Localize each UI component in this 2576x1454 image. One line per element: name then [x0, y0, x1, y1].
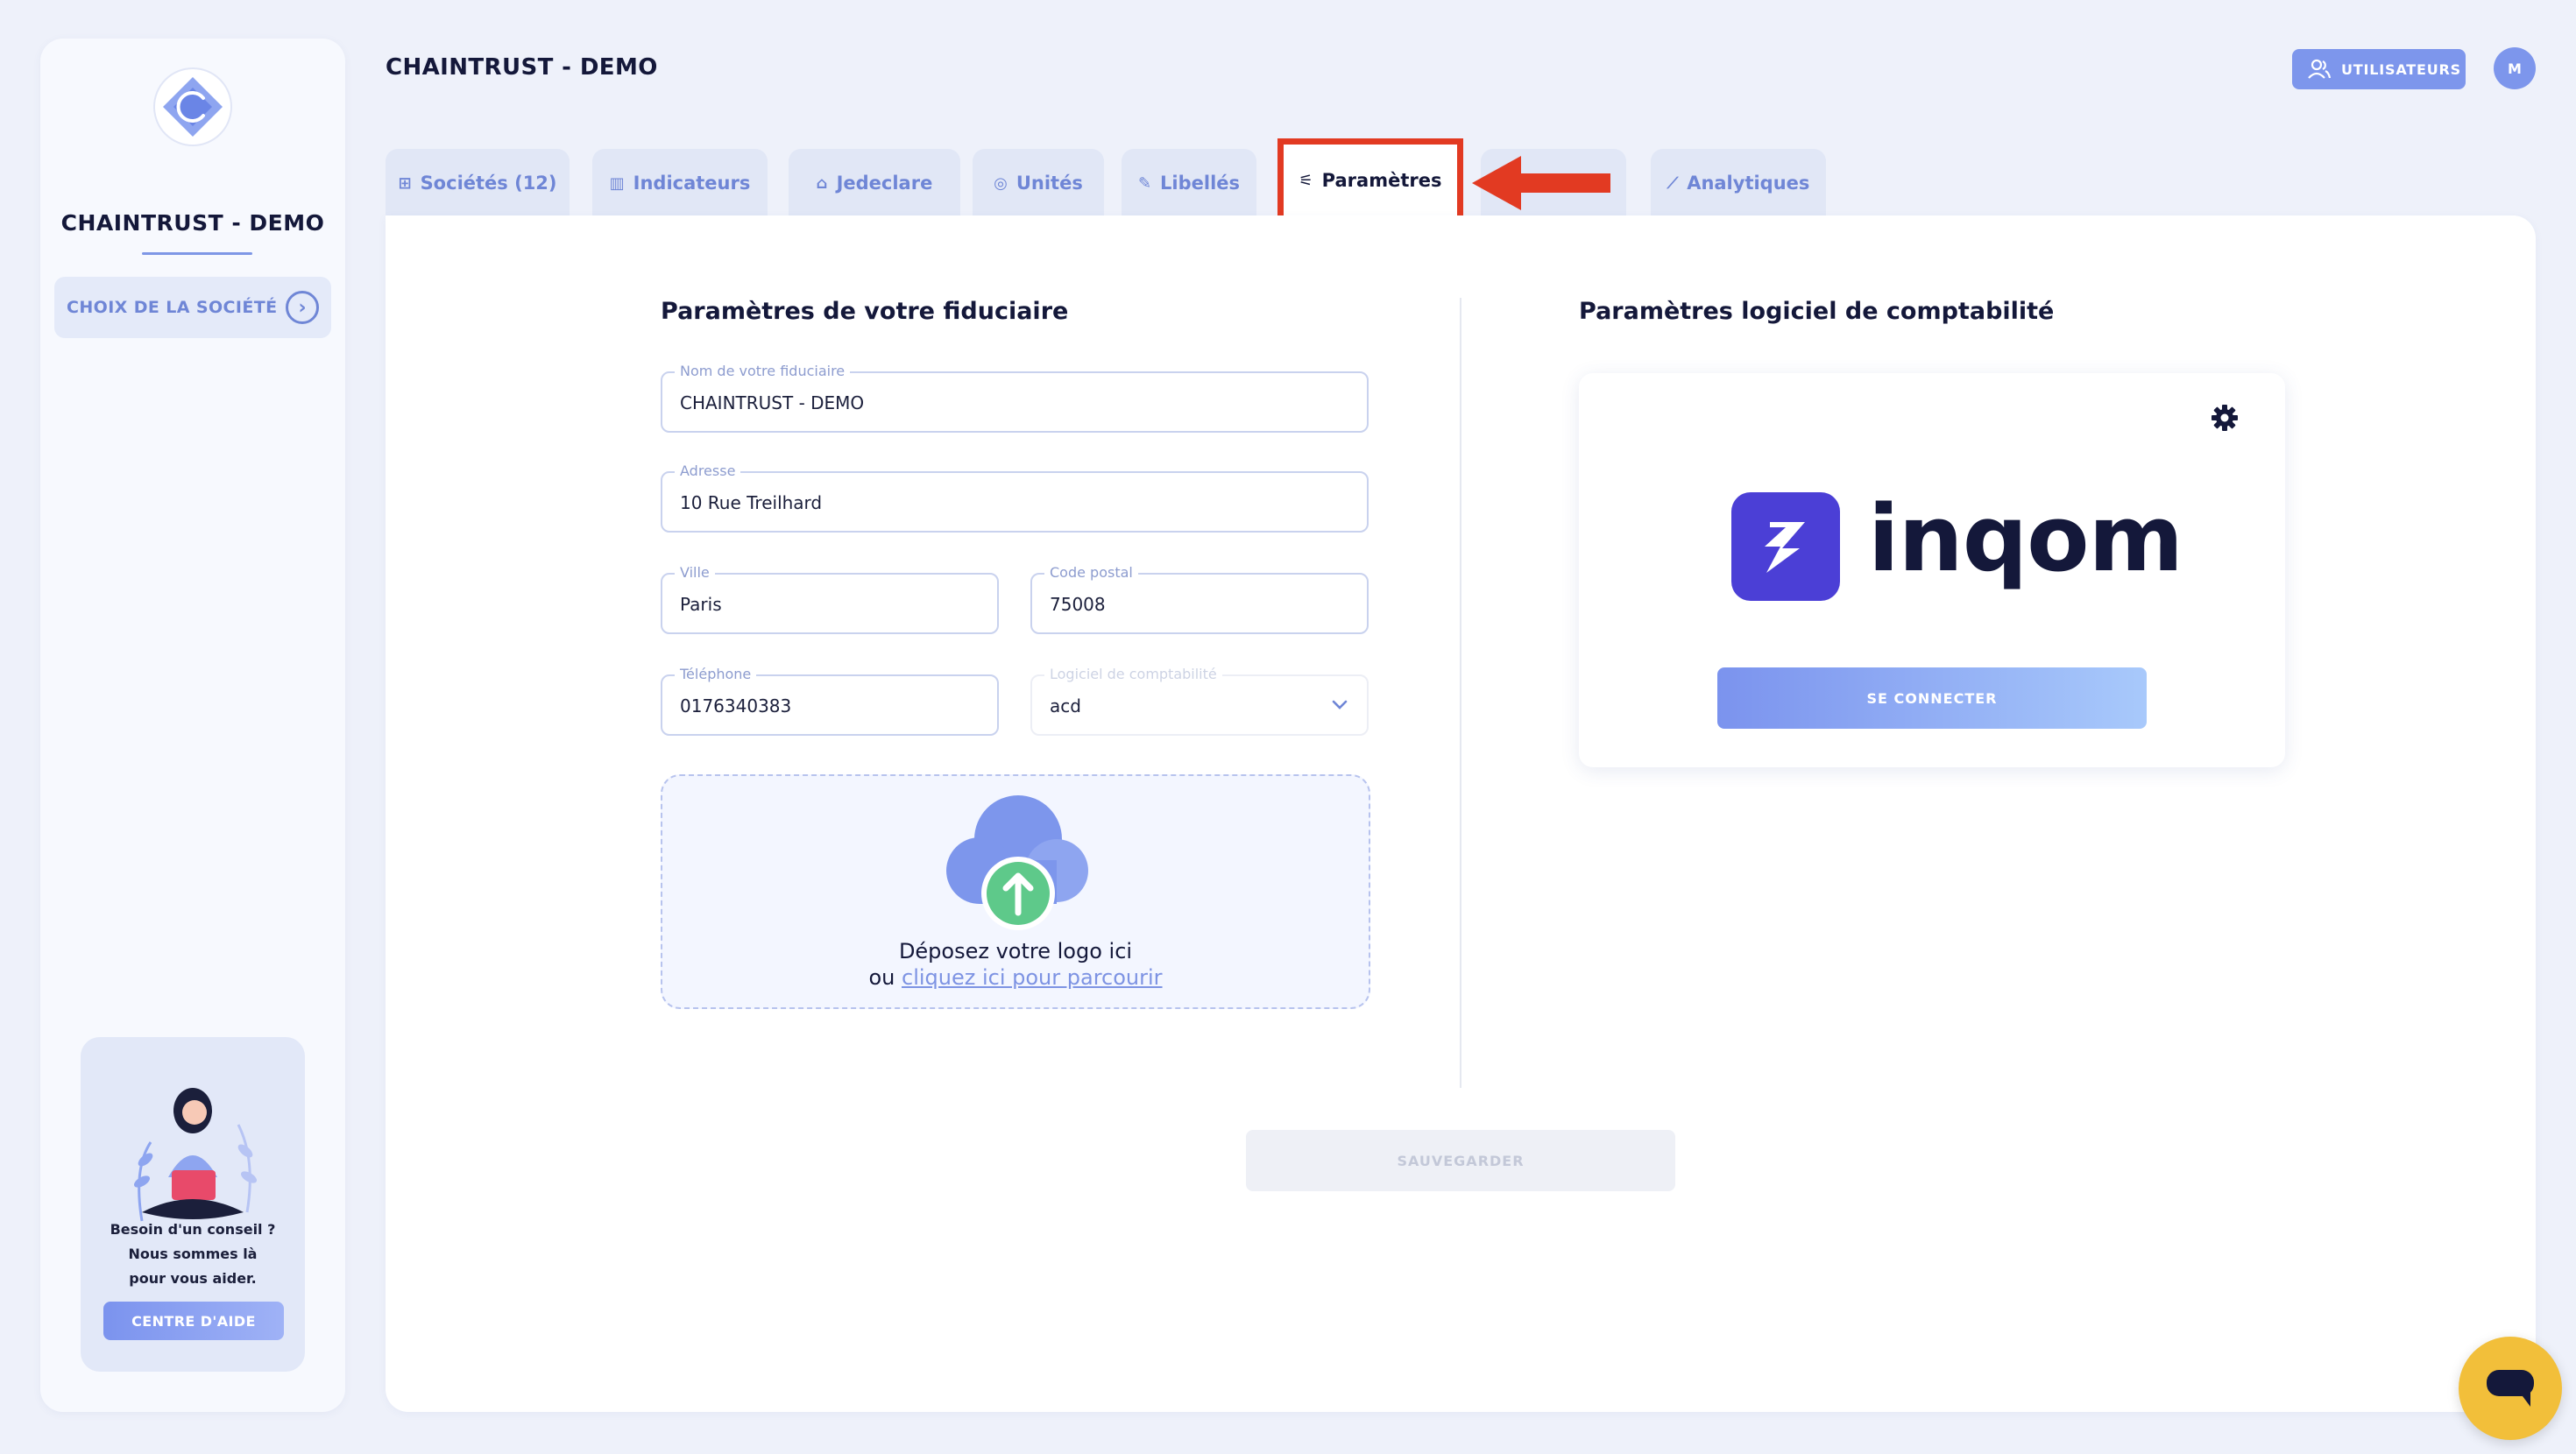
tab-unites[interactable]: ◎ Unités	[973, 149, 1104, 217]
red-arrow-icon	[1472, 156, 1610, 210]
field-label: Ville	[675, 564, 715, 581]
gear-icon[interactable]	[2210, 403, 2240, 433]
dropzone-browse-line: ou cliquez ici pour parcourir	[662, 965, 1369, 990]
postal-code-field[interactable]: Code postal 75008	[1030, 564, 1369, 634]
field-value: Paris	[680, 594, 722, 615]
inqom-logo-icon	[1731, 492, 1840, 601]
field-value: 0176340383	[680, 695, 792, 716]
field-label: Adresse	[675, 462, 741, 479]
chevron-right-icon: ›	[286, 291, 319, 324]
help-card: Besoin d'un conseil ? Nous sommes là pou…	[81, 1037, 305, 1372]
save-button[interactable]: SAUVEGARDER	[1246, 1130, 1675, 1191]
dropzone-text: Déposez votre logo ici	[898, 939, 1133, 963]
tab-label: Analytiques	[1687, 173, 1810, 194]
company-name: CHAINTRUST - DEMO	[60, 210, 325, 236]
inqom-brand: inqom	[1868, 485, 2183, 592]
name-divider	[142, 252, 252, 255]
software-select[interactable]: Logiciel de comptabilité acd	[1030, 666, 1369, 736]
city-field[interactable]: Ville Paris	[661, 564, 999, 634]
fiduciaire-name-field[interactable]: Nom de votre fiduciaire CHAINTRUST - DEM…	[661, 363, 1369, 433]
users-button[interactable]: UTILISATEURS	[2292, 49, 2466, 89]
avatar[interactable]: M	[2494, 47, 2536, 89]
help-line-2: Nous sommes là	[128, 1246, 258, 1262]
chat-button[interactable]	[2459, 1337, 2562, 1440]
choose-company-button[interactable]: CHOIX DE LA SOCIÉTÉ ›	[54, 277, 331, 338]
tab-label: Indicateurs	[633, 173, 751, 194]
software-section-title: Paramètres logiciel de comptabilité	[1579, 298, 2055, 325]
help-line-1: Besoin d'un conseil ?	[110, 1221, 276, 1238]
phone-field[interactable]: Téléphone 0176340383	[661, 666, 999, 736]
woman-laptop-illustration-icon	[133, 1088, 258, 1222]
bank-icon: ⌂	[816, 173, 828, 193]
pen-icon: ✎	[1137, 173, 1152, 193]
section-divider	[1460, 298, 1461, 1088]
page-title: CHAINTRUST - DEMO	[386, 54, 658, 81]
dropzone-or: ou	[868, 965, 895, 990]
field-value: 75008	[1050, 594, 1106, 615]
cloud-upload-icon	[946, 795, 1088, 930]
sidebar: CHAINTRUST - DEMO CHOIX DE LA SOCIÉTÉ › …	[40, 39, 345, 1412]
users-button-label: UTILISATEURS	[2341, 60, 2461, 78]
field-value: CHAINTRUST - DEMO	[680, 392, 865, 413]
line-chart-icon: ⟋	[1667, 173, 1679, 193]
help-line-3: pour vous aider.	[129, 1270, 257, 1287]
browse-link[interactable]: cliquez ici pour parcourir	[902, 965, 1163, 990]
help-center-button[interactable]: CENTRE D'AIDE	[103, 1302, 284, 1340]
coin-icon: ◎	[994, 173, 1008, 193]
connect-button[interactable]: SE CONNECTER	[1717, 667, 2147, 729]
choose-company-label: CHOIX DE LA SOCIÉTÉ	[67, 298, 278, 317]
tab-societes[interactable]: ⊞ Sociétés (12)	[386, 149, 570, 217]
tab-label: Unités	[1016, 173, 1083, 194]
company-logo-icon	[153, 67, 232, 146]
inqom-card: inqom SE CONNECTER	[1579, 373, 2285, 767]
tab-label: Sociétés (12)	[420, 173, 557, 194]
field-label: Logiciel de comptabilité	[1044, 666, 1222, 682]
field-label: Code postal	[1044, 564, 1138, 581]
field-label: Téléphone	[675, 666, 757, 682]
chevron-down-icon	[1332, 700, 1348, 709]
fiduciaire-section-title: Paramètres de votre fiduciaire	[661, 298, 1069, 325]
field-value: 10 Rue Treilhard	[680, 492, 823, 513]
tab-libelles[interactable]: ✎ Libellés	[1122, 149, 1256, 217]
grid-icon: ⊞	[398, 173, 412, 193]
field-value: acd	[1050, 695, 1081, 716]
tab-label: Jedeclare	[836, 173, 933, 194]
tab-label: Paramètres	[1321, 170, 1442, 191]
users-icon	[2308, 59, 2331, 79]
chat-icon	[2487, 1370, 2534, 1407]
bar-chart-icon: ▥	[609, 173, 625, 193]
tab-indicateurs[interactable]: ▥ Indicateurs	[592, 149, 768, 217]
field-label: Nom de votre fiduciaire	[675, 363, 851, 379]
sliders-icon: ⚟	[1299, 171, 1313, 190]
tab-label: Libellés	[1160, 173, 1241, 194]
tab-parametres[interactable]: ⚟ Paramètres	[1277, 138, 1463, 222]
tab-analytiques[interactable]: ⟋ Analytiques	[1651, 149, 1826, 217]
tab-jedeclare[interactable]: ⌂ Jedeclare	[789, 149, 960, 217]
address-field[interactable]: Adresse 10 Rue Treilhard	[661, 462, 1369, 533]
logo-dropzone[interactable]: Déposez votre logo ici ou cliquez ici po…	[661, 774, 1370, 1009]
